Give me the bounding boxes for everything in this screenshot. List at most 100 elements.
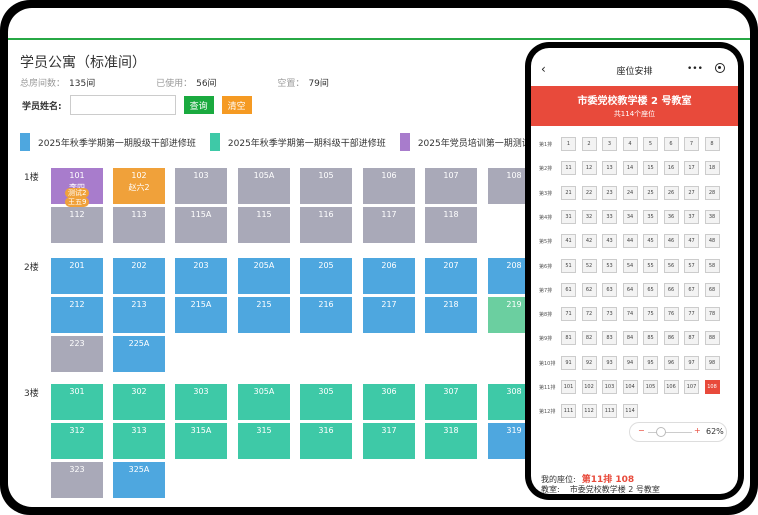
seat-cell[interactable]: 83 [602, 331, 617, 346]
seat-cell[interactable]: 41 [561, 234, 576, 249]
seat-cell[interactable]: 105 [643, 380, 658, 394]
seat-cell[interactable]: 95 [643, 355, 658, 370]
seat-cell[interactable]: 32 [581, 209, 597, 224]
seat-cell[interactable]: 75 [643, 307, 658, 322]
zoom-plus-button[interactable]: + [694, 426, 701, 435]
seat-cell[interactable]: 47 [684, 234, 699, 249]
room-cell[interactable]: 305A [238, 384, 290, 420]
room-cell[interactable]: 215 [238, 297, 290, 333]
seat-cell[interactable]: 67 [684, 282, 699, 297]
seat-cell[interactable]: 6 [663, 137, 679, 151]
seat-cell[interactable]: 65 [643, 282, 658, 297]
room-cell[interactable]: 313 [113, 423, 165, 459]
seat-cell[interactable]: 21 [561, 185, 576, 200]
room-cell[interactable]: 205A [238, 258, 290, 294]
room-cell[interactable]: 306 [363, 384, 415, 420]
seat-cell[interactable]: 57 [684, 258, 699, 273]
seat-cell[interactable]: 96 [663, 355, 679, 370]
room-cell[interactable]: 305 [300, 384, 352, 420]
seat-cell[interactable]: 84 [622, 331, 638, 346]
seat-cell[interactable]: 16 [663, 161, 679, 176]
seat-cell[interactable]: 107 [684, 380, 699, 394]
seat-cell[interactable]: 18 [704, 161, 720, 176]
seat-cell[interactable]: 81 [561, 331, 576, 346]
room-cell[interactable]: 105A [238, 168, 290, 204]
legend-item[interactable]: 2025年秋季学期第一期股级干部进修班 [20, 133, 196, 151]
room-cell[interactable]: 218 [425, 297, 477, 333]
seat-cell[interactable]: 43 [602, 234, 617, 249]
seat-cell[interactable]: 55 [643, 258, 658, 273]
seat-cell[interactable]: 73 [602, 307, 617, 322]
room-cell[interactable]: 116 [300, 207, 352, 243]
room-cell[interactable]: 303 [175, 384, 227, 420]
seat-cell[interactable]: 4 [622, 137, 638, 151]
seat-cell[interactable]: 64 [622, 282, 638, 297]
seat-cell[interactable]: 101 [561, 380, 576, 394]
room-cell[interactable]: 212 [51, 297, 103, 333]
seat-cell[interactable]: 108 [704, 380, 720, 394]
seat-cell[interactable]: 97 [684, 355, 699, 370]
seat-cell[interactable]: 93 [602, 355, 617, 370]
room-cell[interactable]: 302 [113, 384, 165, 420]
seat-cell[interactable]: 86 [663, 331, 679, 346]
seat-cell[interactable]: 15 [643, 161, 658, 176]
room-cell[interactable]: 203 [175, 258, 227, 294]
room-cell[interactable]: 307 [425, 384, 477, 420]
seat-cell[interactable]: 38 [704, 209, 720, 224]
seat-cell[interactable]: 72 [581, 307, 597, 322]
zoom-track[interactable] [648, 432, 692, 433]
seat-cell[interactable]: 106 [663, 380, 679, 394]
seat-cell[interactable]: 23 [602, 185, 617, 200]
room-cell[interactable]: 323 [51, 462, 103, 498]
more-icon[interactable]: ••• [687, 64, 703, 74]
seat-cell[interactable]: 94 [622, 355, 638, 370]
name-input[interactable] [69, 95, 176, 115]
seat-cell[interactable]: 7 [684, 137, 699, 151]
seat-cell[interactable]: 11 [561, 161, 576, 176]
seat-cell[interactable]: 114 [622, 404, 638, 419]
seat-cell[interactable]: 54 [622, 258, 638, 273]
seat-cell[interactable]: 77 [684, 307, 699, 322]
seat-cell[interactable]: 74 [622, 307, 638, 322]
seat-cell[interactable]: 48 [704, 234, 720, 249]
query-button[interactable]: 查询 [183, 96, 214, 114]
seat-cell[interactable]: 12 [581, 161, 597, 176]
room-cell[interactable]: 317 [363, 423, 415, 459]
seat-cell[interactable]: 34 [622, 209, 638, 224]
seat-cell[interactable]: 22 [581, 185, 597, 200]
room-cell[interactable]: 113 [113, 207, 165, 243]
room-cell[interactable]: 202 [113, 258, 165, 294]
seat-cell[interactable]: 112 [581, 404, 597, 419]
seat-cell[interactable]: 92 [581, 355, 597, 370]
seat-cell[interactable]: 113 [602, 404, 617, 419]
seat-cell[interactable]: 28 [704, 185, 720, 200]
seat-cell[interactable]: 26 [663, 185, 679, 200]
seat-cell[interactable]: 68 [704, 282, 720, 297]
seat-cell[interactable]: 62 [581, 282, 597, 297]
seat-cell[interactable]: 103 [602, 380, 617, 394]
seat-cell[interactable]: 87 [684, 331, 699, 346]
room-cell[interactable]: 103 [175, 168, 227, 204]
seat-cell[interactable]: 33 [602, 209, 617, 224]
seat-cell[interactable]: 88 [704, 331, 720, 346]
room-cell[interactable]: 325A [113, 462, 165, 498]
room-cell[interactable]: 217 [363, 297, 415, 333]
room-cell[interactable]: 213 [113, 297, 165, 333]
seat-cell[interactable]: 17 [684, 161, 699, 176]
room-cell[interactable]: 201 [51, 258, 103, 294]
seat-cell[interactable]: 46 [663, 234, 679, 249]
room-cell[interactable]: 316 [300, 423, 352, 459]
seat-cell[interactable]: 76 [663, 307, 679, 322]
seat-cell[interactable]: 14 [622, 161, 638, 176]
seat-cell[interactable]: 61 [561, 282, 576, 297]
seat-cell[interactable]: 3 [602, 137, 617, 151]
seat-cell[interactable]: 44 [622, 234, 638, 249]
room-cell[interactable]: 215A [175, 297, 227, 333]
room-cell[interactable]: 205 [300, 258, 352, 294]
room-cell[interactable]: 223 [51, 336, 103, 372]
room-cell[interactable]: 312 [51, 423, 103, 459]
seat-cell[interactable]: 102 [581, 380, 597, 394]
seat-cell[interactable]: 66 [663, 282, 679, 297]
clear-button[interactable]: 清空 [221, 96, 252, 114]
zoom-minus-button[interactable]: − [638, 426, 645, 435]
